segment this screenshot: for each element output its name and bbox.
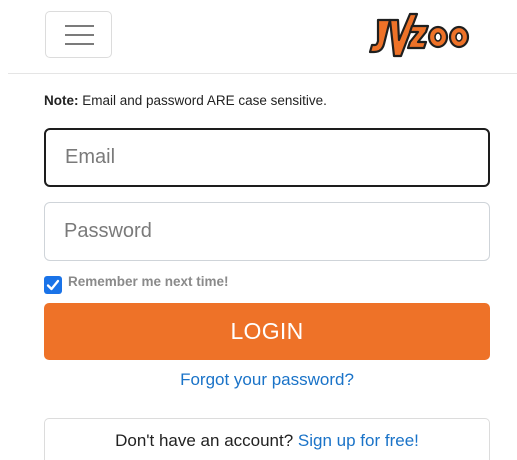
menu-button[interactable] — [45, 11, 112, 58]
email-input[interactable] — [44, 128, 490, 187]
remember-label: Remember me next time! — [68, 274, 229, 289]
header-divider — [8, 73, 517, 74]
forgot-password-row: Forgot your password? — [0, 370, 517, 390]
note-text: Email and password ARE case sensitive. — [78, 93, 327, 108]
logo-graphic — [368, 12, 470, 58]
note-label: Note: — [44, 93, 79, 108]
checkmark-icon — [46, 279, 60, 291]
header: JVZoo — [0, 0, 517, 74]
signup-box: Don't have an account? Sign up for free! — [44, 418, 490, 460]
jvzoo-logo[interactable]: JVZoo — [368, 10, 474, 60]
signup-question: Don't have an account? — [115, 431, 298, 450]
remember-checkbox[interactable] — [44, 276, 62, 294]
login-button[interactable]: LOGIN — [44, 303, 490, 360]
signup-link[interactable]: Sign up for free! — [298, 431, 419, 450]
password-input[interactable] — [44, 202, 490, 261]
hamburger-icon-bar — [65, 34, 94, 36]
case-sensitivity-note: Note: Email and password ARE case sensit… — [44, 93, 327, 108]
login-page: JVZoo Note: Email and password ARE case … — [0, 0, 517, 460]
hamburger-icon — [65, 25, 94, 27]
hamburger-icon-bar — [65, 43, 94, 45]
forgot-password-link[interactable]: Forgot your password? — [180, 370, 354, 389]
